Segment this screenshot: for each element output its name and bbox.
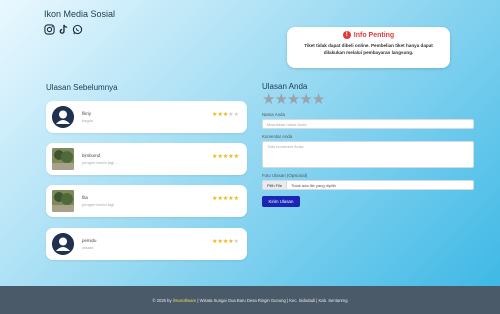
- name-input[interactable]: Masukkan nama Anda: [262, 119, 474, 129]
- info-icon: !: [342, 31, 351, 39]
- info-text: Tiket tidak dapat dibeli online. Pembeli…: [304, 43, 433, 55]
- default-avatar-icon: [52, 233, 74, 255]
- submit-review-button[interactable]: Kirim Ulasan: [262, 196, 300, 207]
- instagram-icon[interactable]: [44, 22, 55, 35]
- review-comment: pengen kesini lagi ....: [82, 160, 120, 165]
- reviewer-name: pemidu: [82, 238, 97, 243]
- info-title: Info Penting: [353, 31, 395, 39]
- file-status: Tidak ada file yang dipilih: [291, 182, 336, 188]
- choose-file-button[interactable]: Pilih File: [263, 181, 288, 189]
- review-rating-stars: ★★★★★: [212, 111, 239, 118]
- star-icon[interactable]: ★: [299, 91, 312, 108]
- star-icon[interactable]: ★: [312, 91, 325, 108]
- whatsapp-icon[interactable]: [72, 22, 83, 35]
- footer-rest: | Wisata Sungai Gua Baru Desa Ringin Gun…: [197, 297, 348, 303]
- social-title: Ikon Media Sosial: [44, 9, 116, 19]
- footer-brand-link[interactable]: ilmusoftware: [173, 298, 197, 303]
- star-icon[interactable]: ★: [274, 91, 287, 108]
- info-box: ! Info Penting Tiket tidak dapat dibeli …: [287, 27, 450, 68]
- review-rating-stars: ★★★★★: [212, 238, 239, 245]
- star-icon: ★: [233, 196, 239, 202]
- name-label: Nama Anda: [262, 112, 285, 117]
- comment-textarea[interactable]: Tulis komentar Anda: [262, 141, 474, 168]
- page-background: Ikon Media Sosial ! Info Penting Tiket t…: [0, 0, 500, 286]
- default-avatar-icon: [52, 106, 74, 128]
- star-icon: ★: [233, 239, 239, 245]
- star-icon[interactable]: ★: [287, 91, 300, 108]
- form-title: Ulasan Anda: [262, 82, 308, 91]
- tiktok-icon[interactable]: [58, 22, 69, 34]
- footer: © 2025 by ilmusoftware | Wisata Sungai G…: [0, 286, 500, 314]
- photo-label: Foto Ulasan (Opsional): [262, 173, 308, 178]
- star-icon: ★: [233, 154, 239, 160]
- reviewer-photo: [52, 190, 74, 212]
- review-card: fikriy bagus ★★★★★: [46, 101, 247, 133]
- star-icon: ★: [233, 112, 239, 118]
- photo-file-input[interactable]: Pilih File Tidak ada file yang dipilih: [262, 180, 474, 190]
- reviewer-name: fikriy: [82, 111, 92, 116]
- social-media-section: Ikon Media Sosial: [44, 9, 116, 35]
- reviewer-photo: [52, 148, 74, 170]
- footer-prefix: © 2025 by: [152, 297, 172, 303]
- review-comment: wisata: [82, 245, 94, 250]
- comment-label: Komentar Anda: [262, 134, 293, 139]
- star-icon[interactable]: ★: [262, 91, 275, 108]
- review-card: fita pengen kesini lagi ★★★★★: [46, 185, 247, 217]
- footer-text: © 2025 by ilmusoftware | Wisata Sungai G…: [152, 298, 347, 303]
- review-card: pemidu wisata ★★★★★: [46, 228, 247, 260]
- reviews-heading: Ulasan Sebelumnya: [46, 83, 118, 92]
- review-card: bimbumd pengen kesini lagi .... ★★★★★: [46, 143, 247, 175]
- review-form: Ulasan Anda ★★★★★ Nama Anda Masukkan nam…: [262, 82, 474, 207]
- review-comment: pengen kesini lagi: [82, 202, 115, 207]
- reviewer-name: bimbumd: [82, 153, 101, 158]
- reviewer-name: fita: [82, 195, 88, 200]
- rating-stars-input[interactable]: ★★★★★: [262, 92, 474, 107]
- social-icons: [44, 22, 115, 35]
- review-rating-stars: ★★★★★: [212, 195, 239, 202]
- review-comment: bagus: [82, 118, 93, 123]
- review-rating-stars: ★★★★★: [212, 153, 239, 160]
